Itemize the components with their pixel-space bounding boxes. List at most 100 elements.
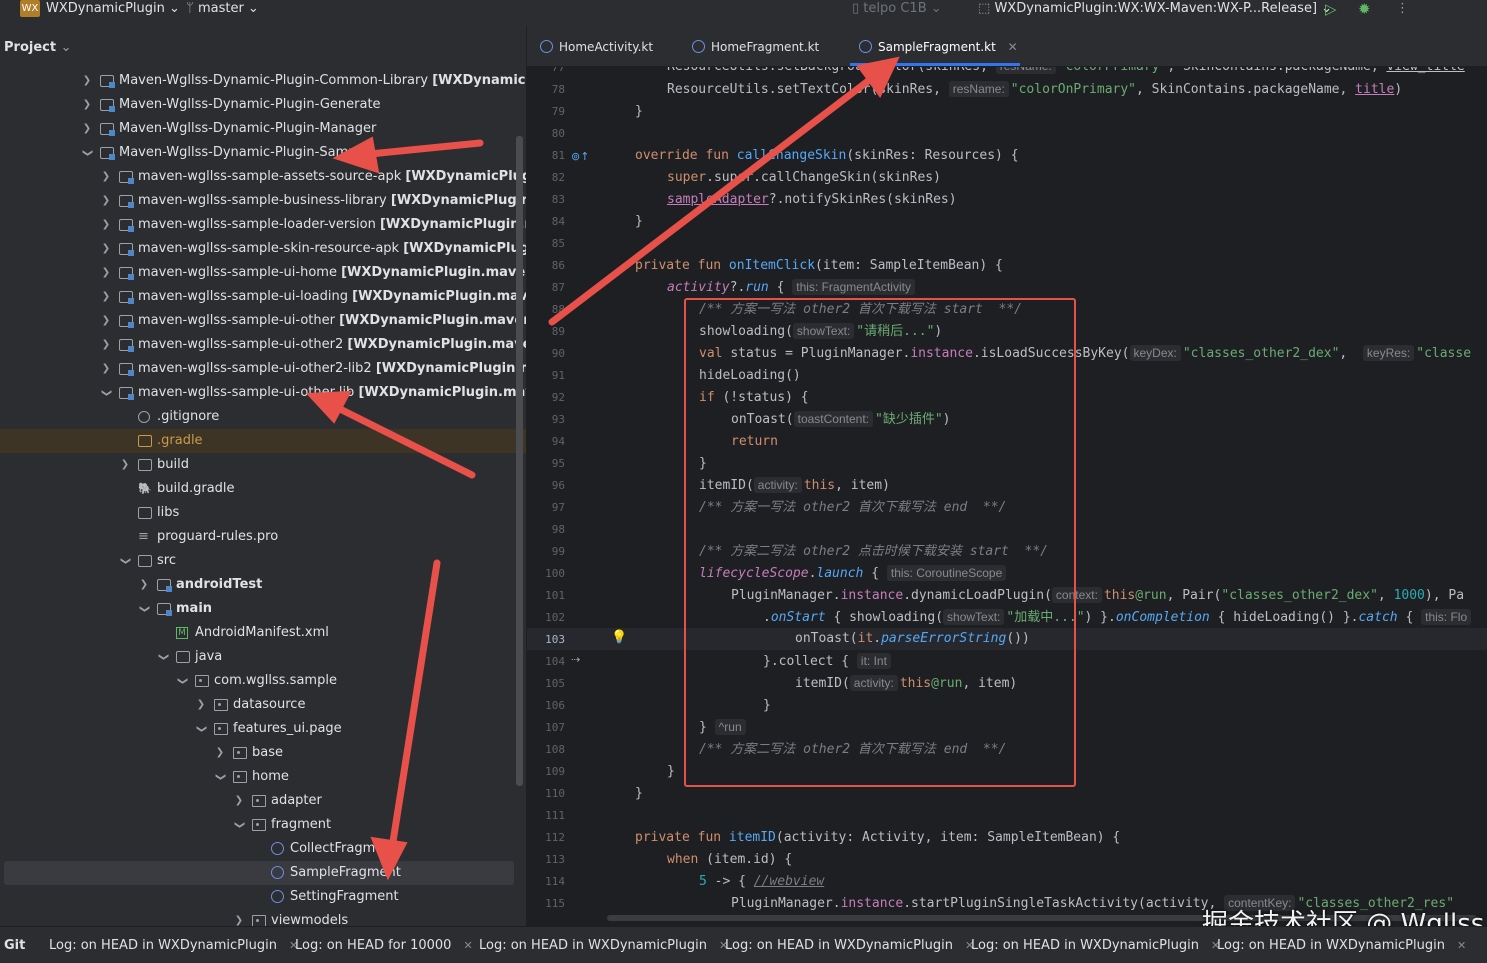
collapse-arrow-icon[interactable]: ❯ [189,723,213,735]
more-icon[interactable]: ⋮ [1396,0,1409,22]
tree-item[interactable]: ❯ maven-wgllss-sample-ui-other2-lib2 [WXD… [0,357,526,381]
module-folder-icon [119,363,134,376]
expand-arrow-icon[interactable]: ❯ [233,789,245,813]
tree-item[interactable]: ❯ datasource [0,693,526,717]
tab-home-activity[interactable]: HomeActivity.kt [540,40,653,54]
expand-arrow-icon[interactable]: ❯ [100,165,112,189]
tree-item[interactable]: ❯ build [0,453,526,477]
tree-item[interactable]: ❯ Maven-Wgllss-Dynamic-Plugin-Common-Libr… [0,69,526,93]
expand-arrow-icon[interactable]: ❯ [100,357,112,381]
tree-item[interactable]: ❯ adapter [0,789,526,813]
tree-item[interactable]: ❯ maven-wgllss-sample-skin-resource-apk [… [0,237,526,261]
expand-arrow-icon[interactable]: ❯ [214,741,226,765]
code-line: } [635,104,643,119]
tree-item[interactable]: ❯ base [0,741,526,765]
expand-arrow-icon[interactable]: ❯ [81,69,93,93]
git-log-tab[interactable]: Log: on HEAD in WXDynamicPlugin ✕ [725,938,974,953]
tree-item[interactable]: ❯ Maven-Wgllss-Dynamic-Plugin-Generate [0,93,526,117]
tree-item[interactable]: ❯ home [0,765,526,789]
expand-arrow-icon[interactable]: ❯ [119,453,131,477]
tree-item[interactable]: ❯ maven-wgllss-sample-ui-other-lib [WXDyn… [0,381,526,405]
expand-arrow-icon[interactable]: ❯ [233,909,245,926]
intention-bulb-icon[interactable]: 💡 [611,630,627,645]
device-selector[interactable]: ▯ telpo C1B ⌄ [852,0,942,22]
tree-item-label: maven-wgllss-sample-ui-other [WXDynamicP… [138,309,526,333]
branch-selector[interactable]: ᛘ master ⌄ [186,0,259,22]
git-log-tab[interactable]: Log: on HEAD in WXDynamicPlugin ✕ [971,938,1220,953]
collapse-arrow-icon[interactable]: ❯ [132,603,156,615]
collapse-arrow-icon[interactable]: ❯ [170,675,194,687]
tree-item[interactable]: ≡ proguard-rules.pro [0,525,526,549]
tree-item[interactable]: ❯ fragment [0,813,526,837]
project-scrollbar[interactable] [516,136,523,786]
collapse-arrow-icon[interactable]: ❯ [208,771,232,783]
expand-arrow-icon[interactable]: ❯ [100,237,112,261]
collapse-arrow-icon[interactable]: ❯ [151,651,175,663]
project-view-selector[interactable]: Project ⌄ [4,40,72,55]
tree-item[interactable]: ❯ main [0,597,526,621]
collapse-arrow-icon[interactable]: ❯ [94,387,118,399]
expand-arrow-icon[interactable]: ❯ [81,93,93,117]
tree-item[interactable]: libs [0,501,526,525]
tree-item[interactable]: ❯ maven-wgllss-sample-assets-source-apk [… [0,165,526,189]
expand-arrow-icon[interactable]: ❯ [100,189,112,213]
expand-arrow-icon[interactable]: ❯ [100,261,112,285]
tree-item[interactable]: ❯ maven-wgllss-sample-ui-other2 [WXDynami… [0,333,526,357]
expand-arrow-icon[interactable]: ❯ [81,117,93,141]
expand-arrow-icon[interactable]: ❯ [100,309,112,333]
tree-item-name: .gitignore [157,409,220,424]
module-folder-icon [119,171,134,184]
git-log-tab[interactable]: Log: on HEAD for 10000 ✕ [295,938,473,953]
tree-item[interactable]: CollectFragment [0,837,526,861]
collapse-arrow-icon[interactable]: ❯ [75,147,99,159]
tree-item[interactable]: ❯ maven-wgllss-sample-ui-other [WXDynamic… [0,309,526,333]
run-config-selector[interactable]: ⬚ WXDynamicPlugin:WX:WX-Maven:WX-P...Rel… [978,0,1332,22]
tree-item[interactable]: SampleFragment [4,861,514,885]
tree-item[interactable]: ❯ viewmodels [0,909,526,926]
expand-arrow-icon[interactable]: ❯ [100,333,112,357]
tree-item[interactable]: M AndroidManifest.xml [0,621,526,645]
tree-item[interactable]: ❯ src [0,549,526,573]
git-log-tab[interactable]: Log: on HEAD in WXDynamicPlugin ✕ [49,938,298,953]
package-icon [233,747,247,759]
tree-item[interactable]: ❯ com.wgllss.sample [0,669,526,693]
expand-arrow-icon[interactable]: ❯ [195,693,207,717]
tab-home-fragment[interactable]: HomeFragment.kt [692,40,819,54]
close-tab-icon[interactable]: ✕ [1457,939,1466,952]
override-gutter-icon[interactable]: ⊚↑ [571,150,589,163]
tree-item[interactable]: 🐘 build.gradle [0,477,526,501]
module-folder-icon [119,315,134,328]
expand-arrow-icon[interactable]: ❯ [138,573,150,597]
git-log-tab[interactable]: Log: on HEAD in WXDynamicPlugin ✕ [479,938,728,953]
git-log-tab[interactable]: Log: on HEAD in WXDynamicPlugin ✕ [1217,938,1466,953]
tree-item[interactable]: ❯ java [0,645,526,669]
tree-item[interactable]: ❯ maven-wgllss-sample-business-library [W… [0,189,526,213]
tree-item[interactable]: SettingFragment [0,885,526,909]
close-tab-icon[interactable]: ✕ [1008,40,1018,54]
tree-item-name: features_ui.page [233,721,342,736]
tree-item[interactable]: ❯ maven-wgllss-sample-ui-loading [WXDynam… [0,285,526,309]
kotlin-class-icon [271,866,284,879]
bottom-tool-bar: Git Log: on HEAD in WXDynamicPlugin ✕ Log… [0,926,1487,963]
expand-arrow-icon[interactable]: ❯ [100,285,112,309]
run-icon[interactable]: ▷ [1325,0,1337,22]
git-tool-button[interactable]: Git [4,938,25,953]
tree-item[interactable]: ❯ androidTest [0,573,526,597]
expand-arrow-icon[interactable]: ❯ [100,213,112,237]
project-logo-icon[interactable]: WX [20,0,40,17]
collapse-arrow-icon[interactable]: ❯ [227,819,251,831]
tree-item[interactable]: ❯ maven-wgllss-sample-loader-version [WXD… [0,213,526,237]
tab-sample-fragment[interactable]: SampleFragment.kt ✕ [859,40,1018,54]
tree-item[interactable]: .gradle [0,429,526,453]
project-selector[interactable]: WXDynamicPlugin ⌄ [46,0,180,22]
tree-item[interactable]: ❯ features_ui.page [0,717,526,741]
debug-icon[interactable]: ✹ [1358,0,1371,22]
tree-item[interactable]: ❯ Maven-Wgllss-Dynamic-Plugin-Manager [0,117,526,141]
tree-item[interactable]: ❯ maven-wgllss-sample-ui-home [WXDynamicP… [0,261,526,285]
code-editor[interactable]: 77 78 79 80 81 82 83 84 85 86 87 88 89 90 91 92 93 94 95 96… [527,67,1487,924]
close-tab-icon[interactable]: ✕ [463,939,472,952]
tree-item-label: SampleFragment [290,861,401,885]
tree-item[interactable]: .gitignore [0,405,526,429]
tree-item[interactable]: ❯ Maven-Wgllss-Dynamic-Plugin-Sample [0,141,526,165]
collapse-arrow-icon[interactable]: ❯ [113,555,137,567]
